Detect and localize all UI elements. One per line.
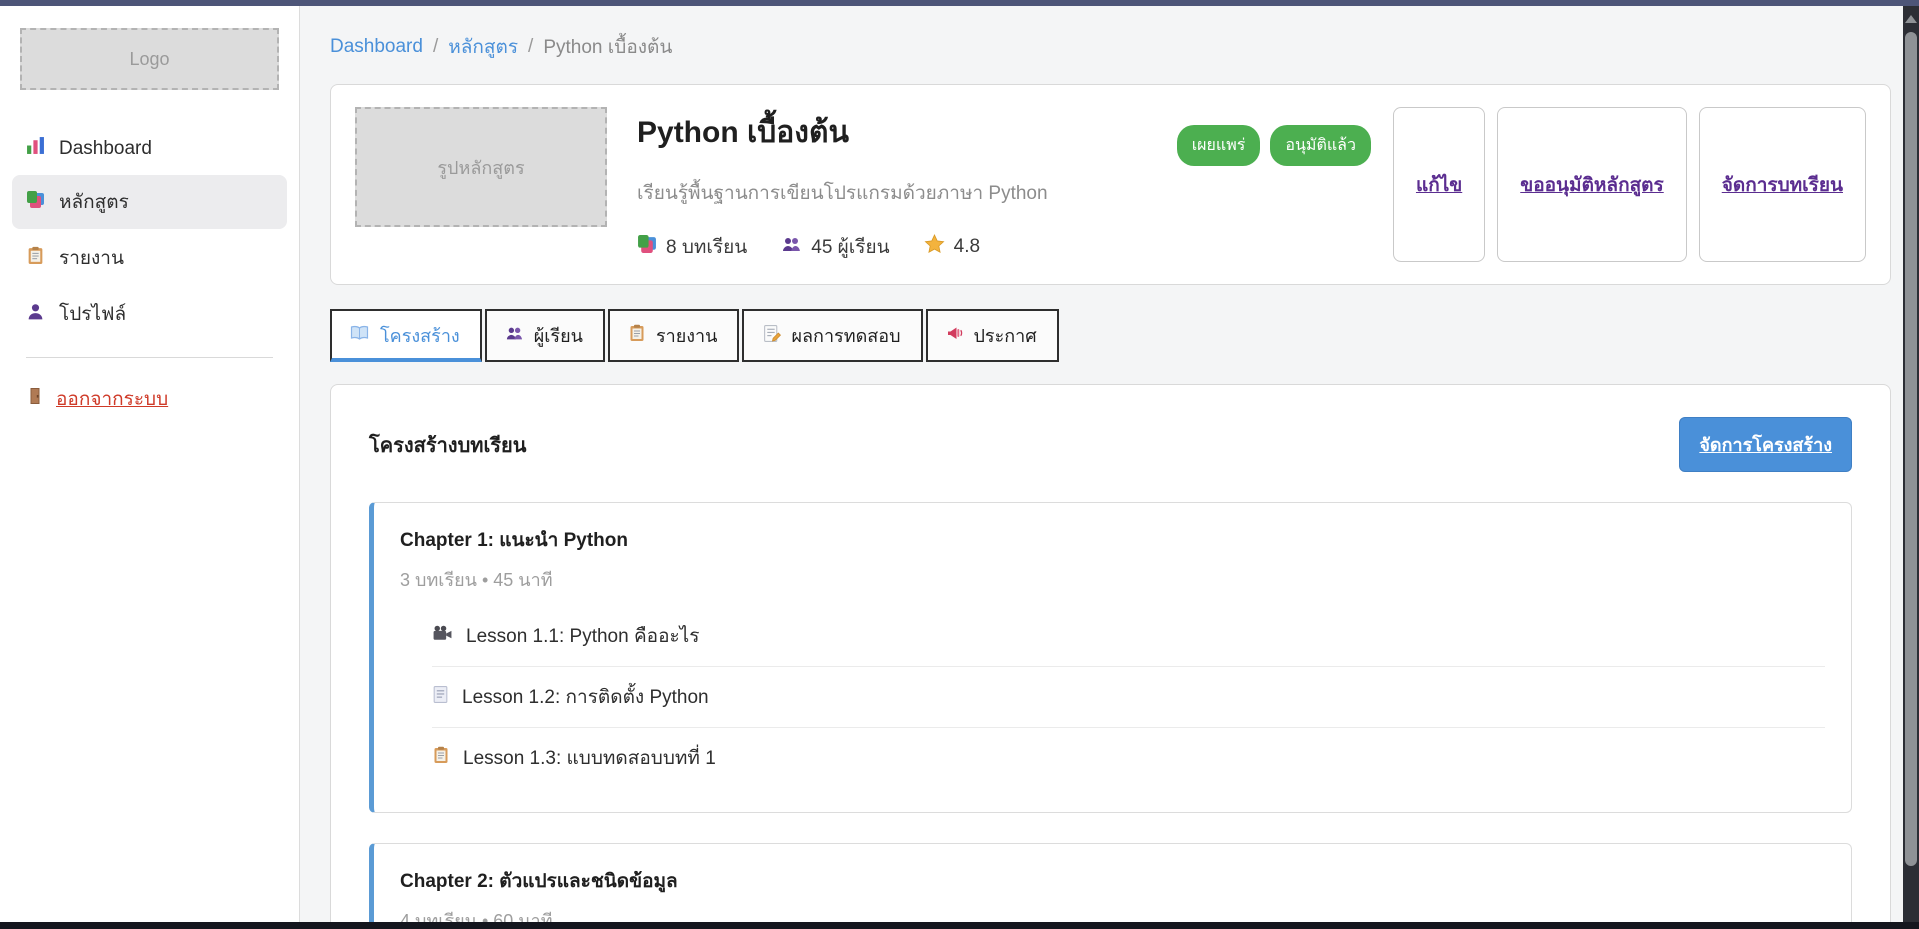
- sidebar-item-courses[interactable]: หลักสูตร: [12, 175, 287, 229]
- sidebar-divider: [26, 357, 273, 358]
- breadcrumb-separator: /: [528, 36, 533, 58]
- logout-label: ออกจากระบบ: [56, 384, 168, 414]
- course-actions: แก้ไข ขออนุมัติหลักสูตร จัดการบทเรียน: [1393, 107, 1866, 262]
- status-badge-published: เผยแพร่: [1177, 125, 1261, 166]
- logout-button[interactable]: ออกจากระบบ: [26, 384, 273, 414]
- stat-lessons: 8 บทเรียน: [637, 232, 747, 262]
- sidebar: Logo Dashboard หลักสูตร รายงาน โปรไฟล์: [0, 6, 300, 929]
- books-icon: [26, 190, 45, 215]
- window-bottom-bar: [0, 922, 1919, 929]
- structure-panel-header: โครงสร้างบทเรียน จัดการโครงสร้าง: [369, 417, 1852, 472]
- stat-students: 45 ผู้เรียน: [781, 232, 889, 262]
- book-open-icon: [350, 325, 370, 346]
- sidebar-nav: Dashboard หลักสูตร รายงาน โปรไฟล์: [0, 124, 299, 341]
- vertical-scrollbar[interactable]: [1903, 6, 1919, 929]
- status-badge-approved: อนุมัติแล้ว: [1270, 125, 1371, 166]
- course-description: เรียนรู้พื้นฐานการเขียนโปรแกรมด้วยภาษา P…: [637, 178, 1177, 208]
- sidebar-item-reports[interactable]: รายงาน: [12, 231, 287, 285]
- request-approval-action-card: ขออนุมัติหลักสูตร: [1497, 107, 1686, 262]
- tab-reports[interactable]: รายงาน: [608, 309, 740, 362]
- breadcrumb-link-dashboard[interactable]: Dashboard: [330, 36, 423, 58]
- sidebar-item-label: รายงาน: [59, 243, 124, 273]
- sidebar-item-label: Dashboard: [59, 138, 152, 160]
- lesson-title: Lesson 1.1: Python คืออะไร: [466, 621, 699, 651]
- edit-link[interactable]: แก้ไข: [1416, 170, 1462, 200]
- manage-structure-button[interactable]: จัดการโครงสร้าง: [1679, 417, 1852, 472]
- scrollbar-thumb[interactable]: [1905, 32, 1917, 866]
- tab-label: รายงาน: [656, 321, 718, 350]
- stat-rating-value: 4.8: [954, 236, 980, 258]
- sidebar-item-label: หลักสูตร: [59, 187, 129, 217]
- clipboard-icon: [432, 746, 450, 770]
- tab-label: ผลการทดสอบ: [791, 321, 900, 350]
- manage-lessons-action-card: จัดการบทเรียน: [1699, 107, 1866, 262]
- course-title: Python เบื้องต้น: [637, 109, 1177, 156]
- structure-heading: โครงสร้างบทเรียน: [369, 429, 526, 461]
- tab-structure[interactable]: โครงสร้าง: [330, 309, 482, 362]
- scrollbar-up-arrow-icon[interactable]: [1905, 15, 1917, 23]
- door-icon: [26, 387, 44, 411]
- chapter-card-1: Chapter 1: แนะนำ Python 3 บทเรียน • 45 น…: [369, 502, 1852, 813]
- course-info: Python เบื้องต้น เรียนรู้พื้นฐานการเขียน…: [637, 107, 1177, 262]
- course-header-card: รูปหลักสูตร Python เบื้องต้น เรียนรู้พื้…: [330, 84, 1891, 285]
- chapter-title: Chapter 2: ตัวแปรและชนิดข้อมูล: [400, 866, 1825, 896]
- video-camera-icon: [432, 625, 453, 648]
- people-icon: [505, 325, 524, 347]
- person-icon: [26, 302, 45, 327]
- tab-label: โครงสร้าง: [380, 321, 460, 350]
- clipboard-icon: [628, 324, 646, 347]
- tab-label: ประกาศ: [974, 321, 1037, 350]
- stat-rating: 4.8: [924, 234, 980, 261]
- chapter-title: Chapter 1: แนะนำ Python: [400, 525, 1825, 555]
- logo-label: Logo: [129, 49, 169, 70]
- stat-students-value: 45 ผู้เรียน: [811, 232, 889, 262]
- lesson-row: Lesson 1.1: Python คืออะไร: [432, 606, 1825, 666]
- status-badges: เผยแพร่ อนุมัติแล้ว: [1177, 125, 1371, 262]
- course-tabs: โครงสร้าง ผู้เรียน รายงาน ผลการทดสอบ ประ…: [330, 309, 1891, 362]
- logo-placeholder: Logo: [20, 28, 279, 90]
- edit-action-card: แก้ไข: [1393, 107, 1485, 262]
- lesson-list: Lesson 1.1: Python คืออะไร Lesson 1.2: ก…: [432, 606, 1825, 788]
- lesson-row: Lesson 1.2: การติดตั้ง Python: [432, 666, 1825, 727]
- breadcrumb-separator: /: [433, 36, 438, 58]
- lesson-title: Lesson 1.2: การติดตั้ง Python: [462, 682, 709, 712]
- structure-panel: โครงสร้างบทเรียน จัดการโครงสร้าง Chapter…: [330, 384, 1891, 929]
- tab-students[interactable]: ผู้เรียน: [485, 309, 605, 362]
- breadcrumb: Dashboard / หลักสูตร / Python เบื้องต้น: [330, 32, 1891, 62]
- main-content: Dashboard / หลักสูตร / Python เบื้องต้น …: [300, 6, 1919, 929]
- lesson-title: Lesson 1.3: แบบทดสอบบทที่ 1: [463, 743, 716, 773]
- chart-icon: [26, 136, 45, 161]
- people-icon: [781, 235, 802, 260]
- chapter-meta: 3 บทเรียน • 45 นาที: [400, 565, 1825, 594]
- memo-pencil-icon: [762, 324, 781, 348]
- megaphone-icon: [946, 324, 964, 347]
- clipboard-icon: [26, 246, 45, 271]
- chapter-card-2: Chapter 2: ตัวแปรและชนิดข้อมูล 4 บทเรียน…: [369, 843, 1852, 929]
- lesson-row: Lesson 1.3: แบบทดสอบบทที่ 1: [432, 727, 1825, 788]
- books-icon: [637, 234, 657, 260]
- sidebar-item-profile[interactable]: โปรไฟล์: [12, 287, 287, 341]
- sidebar-item-dashboard[interactable]: Dashboard: [12, 124, 287, 173]
- star-icon: [924, 234, 945, 261]
- page-icon: [432, 685, 449, 710]
- tab-announcements[interactable]: ประกาศ: [926, 309, 1059, 362]
- request-approval-link[interactable]: ขออนุมัติหลักสูตร: [1520, 170, 1663, 200]
- course-image-label: รูปหลักสูตร: [437, 153, 524, 182]
- course-image-placeholder: รูปหลักสูตร: [355, 107, 607, 227]
- sidebar-item-label: โปรไฟล์: [59, 299, 126, 329]
- tab-label: ผู้เรียน: [534, 321, 583, 350]
- course-stats: 8 บทเรียน 45 ผู้เรียน 4.8: [637, 232, 1177, 262]
- breadcrumb-current: Python เบื้องต้น: [543, 32, 672, 62]
- breadcrumb-link-courses[interactable]: หลักสูตร: [448, 32, 518, 62]
- manage-lessons-link[interactable]: จัดการบทเรียน: [1722, 170, 1843, 200]
- stat-lessons-value: 8 บทเรียน: [666, 232, 747, 262]
- tab-test-results[interactable]: ผลการทดสอบ: [742, 309, 922, 362]
